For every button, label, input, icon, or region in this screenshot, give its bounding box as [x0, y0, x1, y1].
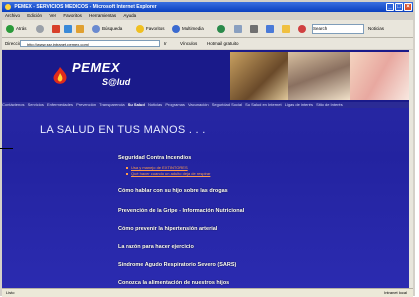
print-button[interactable]: [250, 24, 260, 33]
star-icon: [136, 24, 144, 33]
flame-icon: [53, 67, 67, 84]
forward-arrow-icon: [36, 24, 44, 33]
nav-item[interactable]: Sitio de Interés: [316, 102, 343, 107]
nav-item[interactable]: Su Salud en Internet: [245, 102, 281, 107]
nav-item[interactable]: Enfermedades: [47, 102, 73, 107]
web-page: PEMEX S@lud Contáctenos Servicios Enferm…: [2, 50, 409, 288]
history-icon: [217, 24, 225, 33]
nav-item[interactable]: Su Salud: [128, 102, 145, 107]
back-button[interactable]: Atrás: [6, 24, 27, 33]
stop-button[interactable]: [52, 24, 62, 33]
hotmail-link[interactable]: Hotmail gratuito: [207, 38, 239, 49]
topic-link-drugs[interactable]: Cómo hablar con su hijo sobre las drogas: [118, 187, 228, 195]
nav-item[interactable]: Seguridad Social: [212, 102, 242, 107]
search-box[interactable]: Search: [312, 24, 364, 34]
title-bar: PEMEX - SERVICIOS MEDICOS - Microsoft In…: [2, 2, 413, 12]
site-nav: Contáctenos Servicios Enfermedades Preve…: [2, 102, 409, 108]
browser-window: PEMEX - SERVICIOS MEDICOS - Microsoft In…: [0, 0, 415, 297]
site-header: PEMEX S@lud: [2, 50, 409, 102]
messenger-icon: [298, 24, 306, 33]
pemex-logo[interactable]: PEMEX S@lud: [42, 58, 162, 96]
topic-link-exercise[interactable]: La razón para hacer ejercicio: [118, 243, 194, 251]
news-button[interactable]: Noticias: [368, 24, 384, 33]
menu-favoritos[interactable]: Favoritos: [63, 13, 82, 18]
print-icon: [250, 24, 258, 33]
vertical-scrollbar[interactable]: [409, 50, 413, 288]
menu-herramientas[interactable]: Herramientas: [89, 13, 116, 18]
media-icon: [172, 24, 180, 33]
edit-icon: [266, 24, 274, 33]
mail-icon: [234, 24, 242, 33]
refresh-icon: [64, 24, 72, 33]
brand-subname: S@lud: [102, 77, 131, 87]
menu-ayuda[interactable]: Ayuda: [123, 13, 136, 18]
nav-item[interactable]: Servicios: [28, 102, 44, 107]
mail-button[interactable]: [234, 24, 244, 33]
status-text: Listo: [6, 290, 15, 295]
address-field[interactable]: http://www.ssr.intranet.pemex.com/: [20, 40, 160, 47]
page-heading: LA SALUD EN TUS MANOS . . .: [40, 124, 206, 136]
go-button[interactable]: Ir: [164, 38, 167, 49]
forward-button[interactable]: [36, 24, 46, 33]
refresh-button[interactable]: [64, 24, 74, 33]
photo-worker: [230, 52, 288, 100]
history-button[interactable]: [217, 24, 227, 33]
topic-link-sars[interactable]: Síndrome Agudo Respiratorio Severo (SARS…: [118, 261, 236, 269]
nav-item[interactable]: Contáctenos: [2, 102, 24, 107]
menu-edicion[interactable]: Edición: [27, 13, 42, 18]
address-bar: Dirección http://www.ssr.intranet.pemex.…: [2, 38, 413, 49]
window-title: PEMEX - SERVICIOS MEDICOS - Microsoft In…: [14, 4, 157, 10]
subtopic-link-breathing[interactable]: Qué hacer cuando un adulto deja de respi…: [126, 171, 210, 176]
photo-hospital: [288, 52, 350, 100]
nav-item[interactable]: Programas: [165, 102, 185, 107]
back-arrow-icon: [6, 24, 14, 33]
close-button[interactable]: ×: [404, 3, 412, 11]
photo-baby: [350, 52, 409, 100]
bullet-icon: [126, 166, 128, 169]
annotation-line: [0, 148, 13, 149]
header-photos: [230, 52, 409, 100]
brand-name: PEMEX: [72, 60, 121, 75]
folder-icon: [282, 24, 290, 33]
minimize-button[interactable]: _: [386, 3, 394, 11]
favorites-button[interactable]: Favoritos: [136, 24, 165, 33]
topic-link-flu[interactable]: Prevención de la Gripe - Información Nut…: [118, 207, 244, 215]
ie-icon: [5, 4, 11, 10]
topic-link-hypertension[interactable]: Cómo prevenir la hipertensión arterial: [118, 225, 217, 233]
standard-toolbar: Atrás Búsqueda Favoritos Multimedia Sear…: [2, 20, 413, 38]
media-button[interactable]: Multimedia: [172, 24, 204, 33]
nav-item[interactable]: Vacunación: [188, 102, 209, 107]
maximize-button[interactable]: □: [395, 3, 403, 11]
links-label[interactable]: Vínculos: [180, 38, 197, 49]
stop-icon: [52, 24, 60, 33]
topic-link-nutrition[interactable]: Conozca la alimentación de nuestros hijo…: [118, 279, 229, 287]
home-icon: [76, 24, 84, 33]
bullet-icon: [126, 172, 128, 175]
edit-button[interactable]: [266, 24, 276, 33]
subtopic-link-extinguishers[interactable]: Usa y manejo de EXTINTORES: [126, 165, 188, 170]
messenger-button[interactable]: [298, 24, 308, 33]
nav-item[interactable]: Noticias: [148, 102, 162, 107]
menu-bar: Archivo Edición Ver Favoritos Herramient…: [2, 12, 413, 20]
menu-archivo[interactable]: Archivo: [5, 13, 20, 18]
search-icon: [92, 24, 100, 33]
nav-item[interactable]: Prevención: [76, 102, 96, 107]
topic-link-fire-safety[interactable]: Seguridad Contra Incendios: [118, 154, 191, 162]
nav-item[interactable]: Transparencia: [99, 102, 124, 107]
nav-item[interactable]: Ligas de interés: [285, 102, 313, 107]
home-button[interactable]: [76, 24, 86, 33]
menu-ver[interactable]: Ver: [49, 13, 56, 18]
search-button[interactable]: Búsqueda: [92, 24, 122, 33]
folder-button[interactable]: [282, 24, 292, 33]
